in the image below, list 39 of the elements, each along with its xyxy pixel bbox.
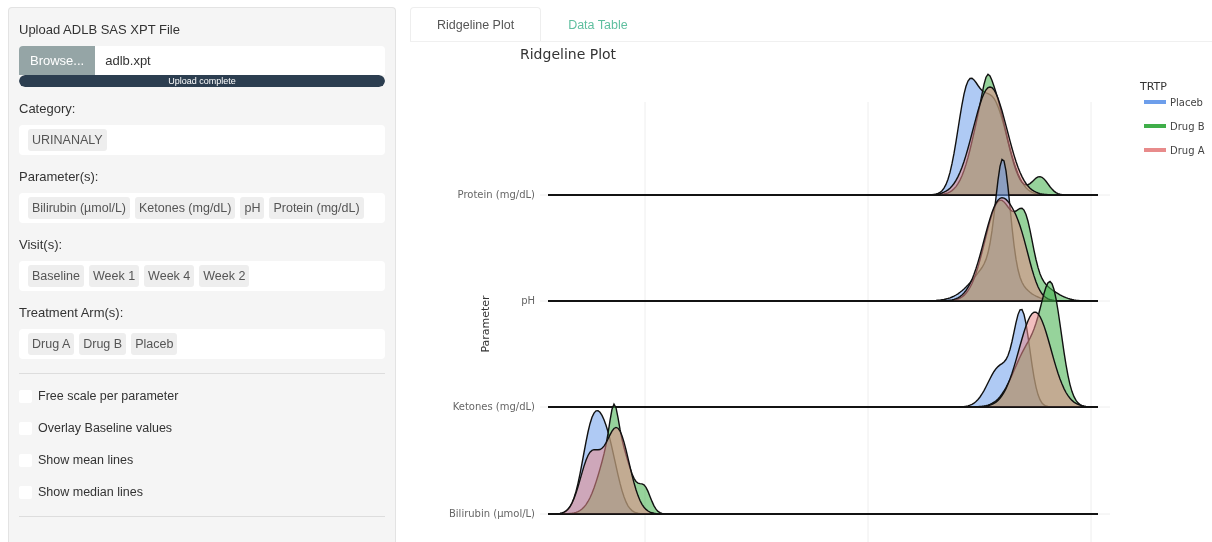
selected-tag[interactable]: Drug A	[28, 333, 75, 355]
selected-tag[interactable]: Week 1	[88, 265, 140, 287]
row-label: Bilirubin (µmol/L)	[448, 508, 535, 519]
selected-tag[interactable]: Week 2	[199, 265, 250, 287]
row-label: pH	[521, 295, 535, 306]
select-label: Treatment Arm(s):	[19, 305, 125, 320]
selected-tag[interactable]: Ketones (mg/dL)	[135, 197, 236, 219]
select-field[interactable]: Bilirubin (µmol/L) Ketones (mg/dL) pH Protein (mg/dL)	[19, 193, 385, 223]
checkbox-label: Show mean lines	[38, 453, 134, 467]
file-name: adlb.xpt	[104, 53, 151, 68]
row-label: Protein (mg/dL)	[457, 189, 535, 200]
legend-label[interactable]: Placeb	[1170, 97, 1203, 108]
selected-tag[interactable]: Baseline	[28, 265, 84, 287]
checkbox-label: Show median lines	[38, 485, 143, 499]
chart-title: Ridgeline Plot	[520, 46, 617, 62]
row-label: Ketones (mg/dL)	[452, 401, 535, 412]
legend-label[interactable]: Drug B	[1170, 121, 1205, 132]
selected-tag[interactable]: Protein (mg/dL)	[269, 197, 364, 219]
selected-tag[interactable]: Bilirubin (µmol/L)	[28, 197, 131, 219]
selected-tag[interactable]: URINANALY	[28, 129, 107, 151]
select-field[interactable]: URINANALY	[19, 125, 385, 155]
file-input[interactable]: Browse... adlb.xpt	[19, 46, 385, 75]
checkbox-label: Free scale per parameter	[38, 389, 179, 403]
legend-title: TRTP	[1140, 80, 1167, 93]
selected-tag[interactable]: Week 4	[144, 265, 195, 287]
select-label: Visit(s):	[19, 237, 64, 252]
tab[interactable]: Ridgeline Plot	[410, 7, 542, 41]
checkbox-label: Overlay Baseline values	[38, 421, 173, 435]
select-field[interactable]: Drug A Drug B Placeb	[19, 329, 385, 359]
progress-text: Upload complete	[168, 76, 236, 86]
select-label: Category:	[19, 101, 77, 116]
selected-tag[interactable]: pH	[240, 197, 265, 219]
select-label: Parameter(s):	[19, 169, 100, 184]
axis-title: Parameter	[479, 295, 492, 353]
upload-label: Upload ADLB SAS XPT File	[19, 22, 181, 37]
selected-tag[interactable]: Placeb	[131, 333, 178, 355]
selected-tag[interactable]: Drug B	[79, 333, 127, 355]
select-field[interactable]: Baseline Week 1 Week 4 Week 2	[19, 261, 385, 291]
legend-label[interactable]: Drug A	[1170, 145, 1205, 156]
